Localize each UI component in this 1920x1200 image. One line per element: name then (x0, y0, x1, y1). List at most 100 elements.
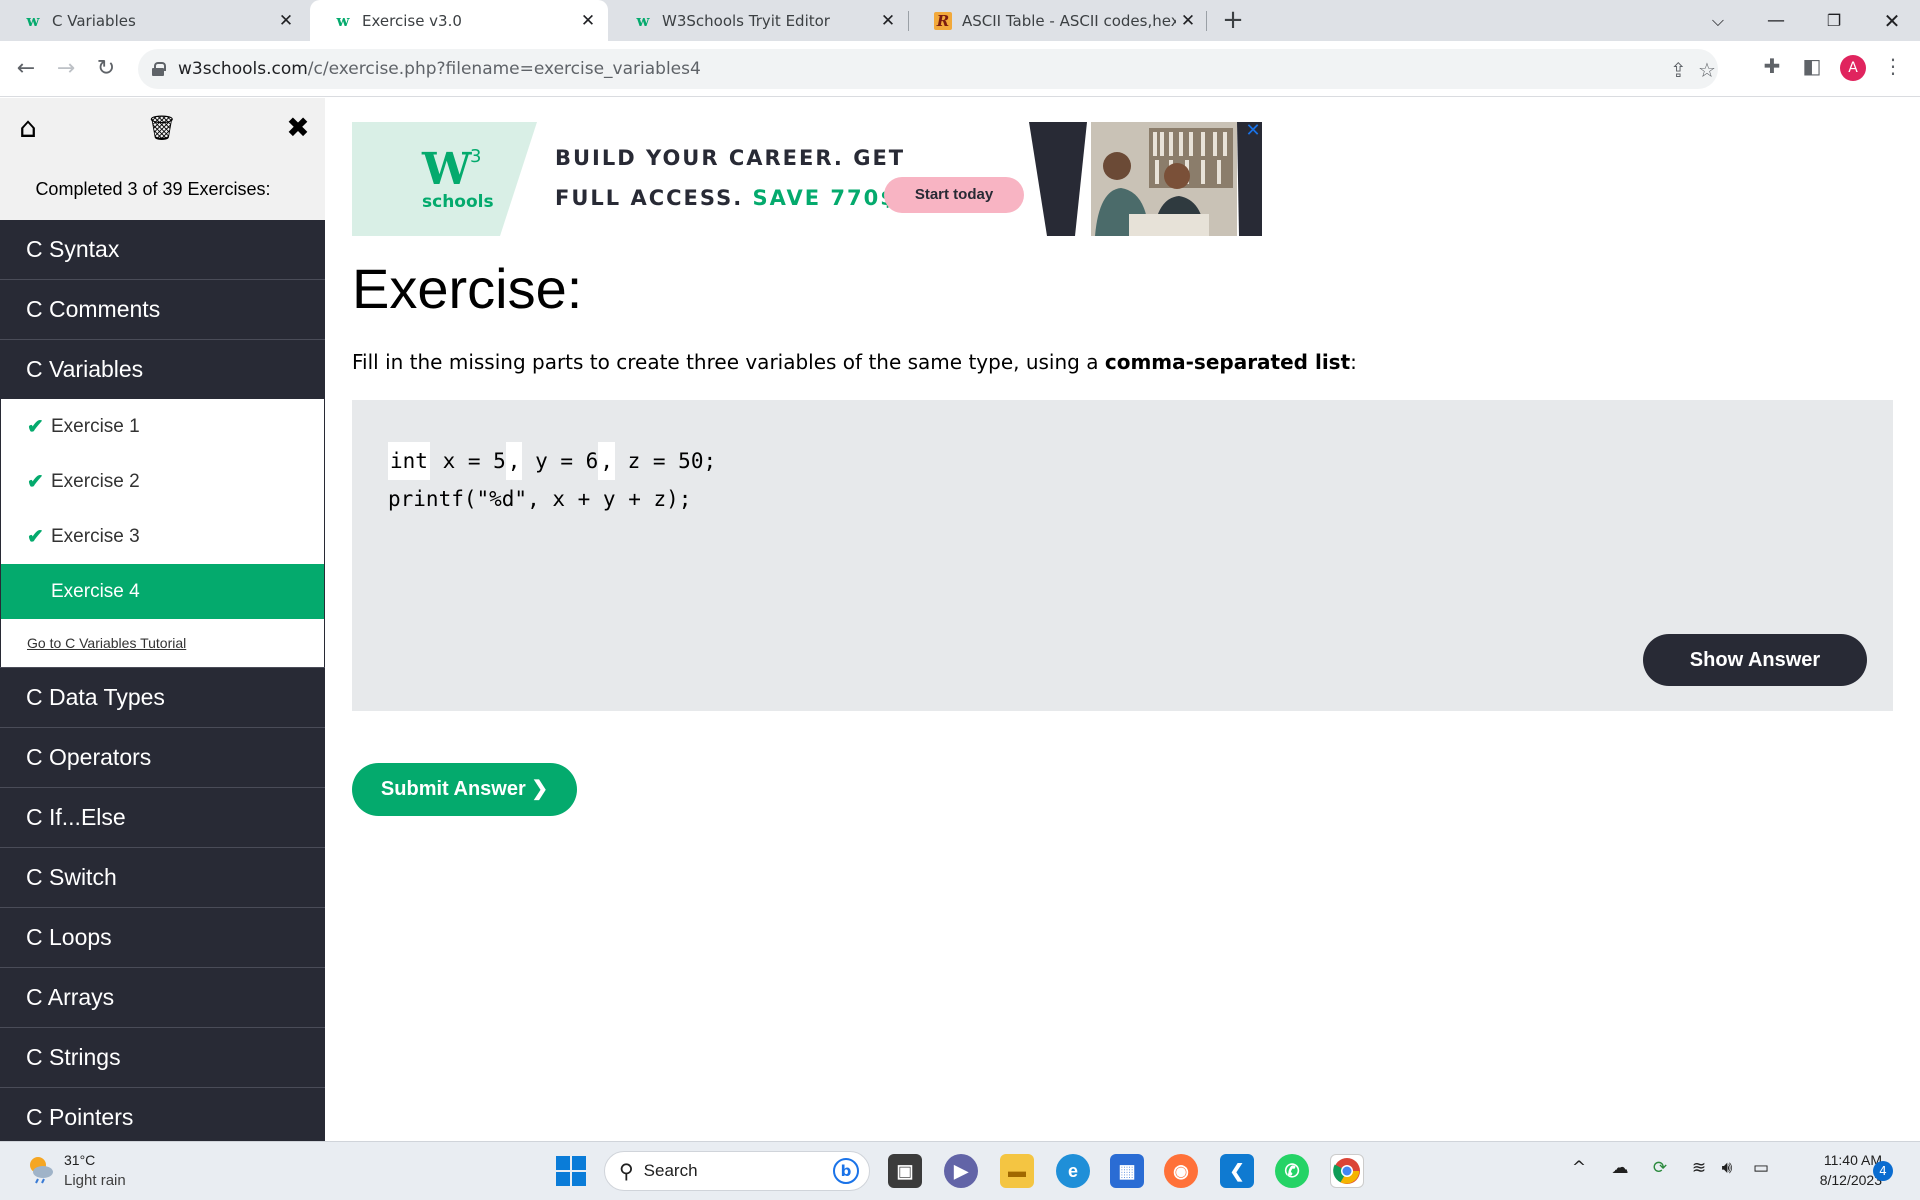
code-segment: z = 50; (614, 449, 717, 473)
exercise-item-3[interactable]: ✔ Exercise 3 (1, 509, 324, 564)
weather-description[interactable]: Light rain (64, 1172, 126, 1189)
tab-title: W3Schools Tryit Editor (662, 11, 830, 30)
tab-title: Exercise v3.0 (362, 11, 462, 30)
file-explorer-icon[interactable]: ▬ (1000, 1154, 1034, 1188)
sidebar-item-c-loops[interactable]: C Loops (0, 907, 325, 967)
w3schools-icon: w (26, 11, 40, 30)
sidebar-item-c-operators[interactable]: C Operators (0, 727, 325, 787)
browser-menu-icon[interactable]: ⋮ (1878, 54, 1908, 78)
whatsapp-icon[interactable]: ✆ (1275, 1154, 1309, 1188)
ad-close-icon[interactable]: ✕ (1244, 122, 1262, 140)
ad-headline-2: FULL ACCESS. SAVE 770$ (555, 186, 897, 210)
submit-answer-button[interactable]: Submit Answer ❯ (352, 763, 577, 816)
code-line-2: printf("%d", x + y + z); (388, 487, 692, 511)
back-arrow-icon[interactable]: ← (10, 53, 42, 85)
ad-banner[interactable]: W 3 schools BUILD YOUR CAREER. GET FULL … (352, 122, 1262, 236)
tab-exercise[interactable]: w Exercise v3.0 ✕ (310, 0, 608, 41)
forward-arrow-icon[interactable]: → (50, 53, 82, 85)
minimize-icon[interactable]: — (1748, 0, 1804, 41)
tab-tryit-editor[interactable]: w W3Schools Tryit Editor ✕ (610, 0, 908, 41)
code-exercise-box: int x = 5, y = 6, z = 50; printf("%d", x… (352, 400, 1893, 711)
close-icon[interactable]: ✕ (576, 11, 600, 31)
ad-cta-button[interactable]: Start today (884, 177, 1024, 213)
weather-rain-icon[interactable] (26, 1154, 56, 1184)
exercise-label: Exercise 4 (51, 580, 140, 602)
sidebar-item-c-pointers[interactable]: C Pointers (0, 1087, 325, 1141)
windows-start-icon[interactable] (556, 1156, 586, 1186)
sidebar-item-c-syntax[interactable]: C Syntax (0, 220, 325, 279)
weather-temperature[interactable]: 31°C (64, 1152, 95, 1168)
home-icon[interactable]: ⌂ (12, 112, 44, 144)
vscode-icon[interactable]: ❮ (1220, 1154, 1254, 1188)
exercise-label: Exercise 1 (51, 415, 140, 437)
sidebar-item-c-if-else[interactable]: C If...Else (0, 787, 325, 847)
url-text: w3schools.com/c/exercise.php?filename=ex… (178, 59, 701, 79)
tab-separator (908, 11, 909, 31)
lock-icon (152, 62, 166, 76)
ad-photo (1029, 122, 1262, 236)
side-panel-icon[interactable]: ◧ (1797, 54, 1827, 78)
tab-ascii-table[interactable]: R ASCII Table - ASCII codes,hex,dec ✕ (910, 0, 1208, 41)
reload-icon[interactable]: ↻ (90, 53, 122, 85)
bing-icon[interactable]: b (833, 1158, 859, 1184)
new-tab-icon[interactable]: + (1219, 6, 1247, 34)
share-icon[interactable]: ⇪ (1670, 58, 1687, 82)
ad-headline-2a: FULL ACCESS. (555, 186, 744, 210)
chrome-logo (1333, 1158, 1360, 1184)
r-icon: R (934, 11, 952, 30)
sidebar-item-c-switch[interactable]: C Switch (0, 847, 325, 907)
notification-badge[interactable]: 4 (1873, 1161, 1893, 1181)
ad-headline-2b: SAVE 770$ (752, 186, 897, 210)
task-view-icon[interactable]: ▣ (888, 1154, 922, 1188)
profile-avatar[interactable]: A (1840, 55, 1866, 81)
logo-schools: schools (422, 192, 494, 212)
sidebar-header: ⌂ 🗑 ✖ Completed 3 of 39 Exercises: (0, 98, 325, 220)
edge-browser-icon[interactable]: e (1056, 1154, 1090, 1188)
address-bar[interactable]: w3schools.com/c/exercise.php?filename=ex… (138, 49, 1718, 89)
answer-input-type[interactable]: int (388, 442, 430, 480)
trash-icon[interactable]: 🗑 (146, 112, 178, 144)
system-clock[interactable]: 11:40 AM 8/12/2023 (1782, 1150, 1882, 1190)
sidebar-item-c-arrays[interactable]: C Arrays (0, 967, 325, 1027)
close-icon[interactable]: ✕ (274, 11, 298, 31)
variables-exercise-list: ✔ Exercise 1 ✔ Exercise 2 ✔ Exercise 3 ✔… (0, 399, 325, 667)
restore-icon[interactable]: ❐ (1806, 0, 1862, 41)
microsoft-store-icon[interactable]: ▦ (1110, 1154, 1144, 1188)
exercise-sidebar: ⌂ 🗑 ✖ Completed 3 of 39 Exercises: C Syn… (0, 98, 325, 1141)
close-icon[interactable]: ✕ (876, 11, 900, 31)
exercise-item-2[interactable]: ✔ Exercise 2 (1, 454, 324, 509)
sidebar-item-c-variables[interactable]: C Variables (0, 339, 325, 399)
wifi-icon[interactable]: ≋ (1686, 1158, 1712, 1178)
tab-c-variables[interactable]: w C Variables ✕ (0, 0, 306, 41)
chrome-icon[interactable] (1330, 1154, 1364, 1188)
tab-title: C Variables (52, 11, 136, 30)
taskbar-search[interactable]: ⚲ Search b (604, 1151, 870, 1191)
answer-input-comma-1[interactable]: , (505, 442, 523, 480)
window-close-icon[interactable]: ✕ (1864, 0, 1920, 41)
exercise-item-1[interactable]: ✔ Exercise 1 (1, 399, 324, 454)
firefox-icon[interactable]: ◉ (1164, 1154, 1198, 1188)
sidebar-item-c-comments[interactable]: C Comments (0, 279, 325, 339)
progress-text: Completed 3 of 39 Exercises: (35, 179, 271, 199)
logo-w: W (422, 144, 472, 195)
battery-icon[interactable]: ▭ (1748, 1158, 1774, 1178)
onedrive-cloud-icon[interactable]: ☁ (1607, 1158, 1633, 1178)
show-hidden-icons-chevron[interactable]: ^ (1566, 1158, 1592, 1178)
sidebar-item-c-data-types[interactable]: C Data Types (0, 667, 325, 727)
code-block: int x = 5, y = 6, z = 50; printf("%d", x… (388, 442, 716, 518)
tutorial-link[interactable]: Go to C Variables Tutorial (1, 619, 324, 667)
close-sidebar-icon[interactable]: ✖ (282, 112, 314, 144)
sidebar-item-c-strings[interactable]: C Strings (0, 1027, 325, 1087)
close-icon[interactable]: ✕ (1176, 11, 1200, 31)
w3schools-icon: w (636, 11, 650, 30)
exercise-label: Exercise 3 (51, 525, 140, 547)
show-answer-button[interactable]: Show Answer (1643, 634, 1867, 686)
exercise-item-4[interactable]: ✔ Exercise 4 (1, 564, 324, 619)
bookmark-star-icon[interactable]: ☆ (1698, 58, 1716, 82)
teams-chat-icon[interactable]: ▶ (944, 1154, 978, 1188)
extensions-puzzle-icon[interactable]: ✚ (1757, 54, 1787, 78)
sync-icon[interactable]: ⟳ (1647, 1158, 1673, 1178)
answer-input-comma-2[interactable]: , (598, 442, 615, 480)
tab-search-chevron-icon[interactable]: ⌵ (1690, 0, 1746, 41)
volume-icon[interactable]: 🔊︎ (1714, 1158, 1740, 1178)
